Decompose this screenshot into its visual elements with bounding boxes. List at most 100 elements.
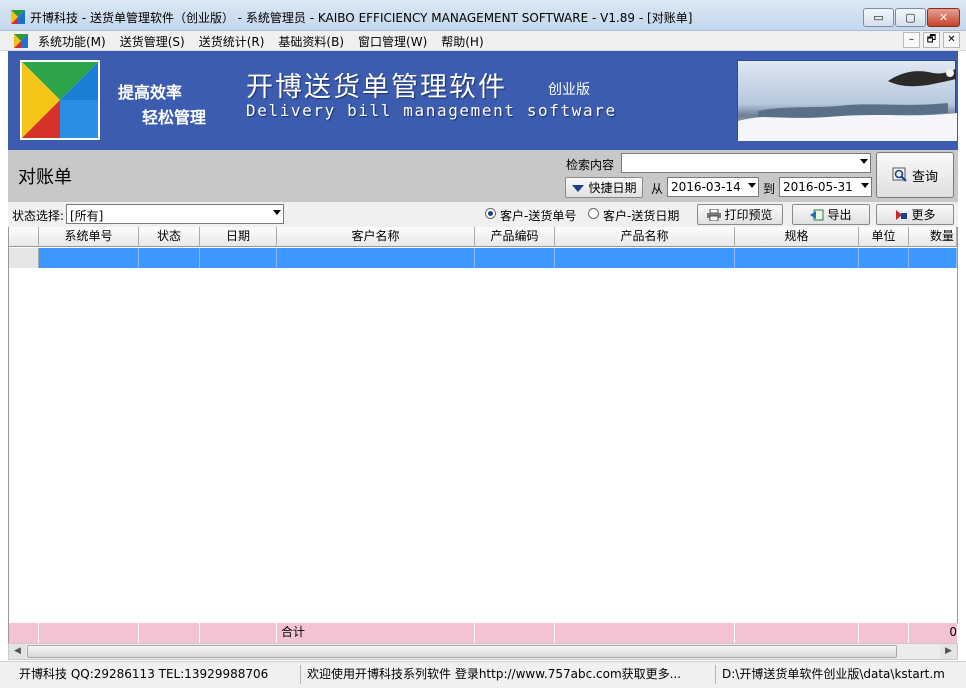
- status-welcome: 欢迎使用开博科技系列软件 登录http://www.757abc.com获取更多…: [304, 665, 716, 684]
- menu-app-icon[interactable]: [14, 34, 28, 48]
- radio-customer-delivery-date[interactable]: [588, 208, 599, 219]
- col-system-no[interactable]: 系统单号: [39, 227, 139, 247]
- slogan-efficiency: 提高效率: [118, 83, 183, 102]
- menu-items: 系统功能(M) 送货管理(S) 送货统计(R) 基础资料(B) 窗口管理(W) …: [38, 33, 484, 50]
- col-quantity[interactable]: 数量: [909, 227, 957, 247]
- status-filter-value: [所有]: [70, 209, 104, 223]
- table-row[interactable]: [9, 248, 957, 268]
- from-date-picker[interactable]: 2016-03-14: [667, 177, 759, 197]
- menu-bar: 系统功能(M) 送货管理(S) 送货统计(R) 基础资料(B) 窗口管理(W) …: [0, 31, 966, 51]
- query-button[interactable]: 查询: [876, 152, 954, 198]
- col-status[interactable]: 状态: [139, 227, 200, 247]
- cell[interactable]: [909, 248, 957, 268]
- app-logo-icon: [11, 10, 25, 24]
- quick-date-label: 快捷日期: [588, 181, 637, 195]
- menu-delivery[interactable]: 送货管理(S): [120, 33, 185, 50]
- banner-title: 开博送货单管理软件: [246, 72, 507, 103]
- cell[interactable]: [200, 248, 277, 268]
- chevron-down-icon[interactable]: [861, 183, 869, 188]
- scroll-right-icon[interactable]: ▶: [940, 644, 957, 659]
- more-button[interactable]: 更多: [876, 204, 954, 225]
- from-label: 从: [651, 182, 664, 196]
- mdi-minimize-button[interactable]: –: [903, 32, 920, 48]
- export-button[interactable]: 导出: [792, 204, 870, 225]
- scrollbar-thumb[interactable]: [27, 645, 897, 658]
- to-label: 到: [763, 182, 776, 196]
- slogan-easy: 轻松管理: [142, 108, 207, 127]
- banner-edition: 创业版: [548, 82, 590, 98]
- radio-customer-bill-no-label[interactable]: 客户-送货单号: [500, 207, 576, 224]
- mdi-close-button[interactable]: ✕: [943, 32, 960, 48]
- menu-help[interactable]: 帮助(H): [441, 33, 483, 50]
- col-customer-name[interactable]: 客户名称: [277, 227, 475, 247]
- status-bar: 开博科技 QQ:29286113 TEL:13929988706 欢迎使用开博科…: [0, 661, 966, 688]
- col-product-code[interactable]: 产品编码: [475, 227, 555, 247]
- status-filter-select[interactable]: [所有]: [66, 204, 284, 224]
- dropdown-triangle-icon: [572, 184, 585, 192]
- menu-basic-data[interactable]: 基础资料(B): [278, 33, 344, 50]
- col-unit[interactable]: 单位: [859, 227, 909, 247]
- maximize-button[interactable]: ▢: [895, 8, 926, 27]
- sum-cell: [555, 623, 735, 643]
- header-panel: 对账单 检索内容 快捷日期 从 2016-03-14 到 2016-05-31 …: [8, 150, 958, 202]
- radio-customer-bill-no[interactable]: [485, 208, 496, 219]
- more-label: 更多: [911, 208, 936, 222]
- magnifier-icon: [892, 167, 907, 182]
- statement-grid[interactable]: 系统单号 状态 日期 客户名称 产品编码 产品名称 规格 单位 数量: [8, 227, 958, 624]
- sum-cell: [200, 623, 277, 643]
- col-date[interactable]: 日期: [200, 227, 277, 247]
- cell[interactable]: [735, 248, 859, 268]
- close-button[interactable]: ✕: [927, 8, 960, 27]
- mdi-controls: – 🗗 ✕: [903, 32, 960, 48]
- print-preview-button[interactable]: 打印预览: [697, 204, 783, 225]
- menu-statistics[interactable]: 送货统计(R): [199, 33, 265, 50]
- title-bar: 开博科技 - 送货单管理软件（创业版） - 系统管理员 - KAIBO EFFI…: [0, 0, 966, 31]
- status-filter-label: 状态选择:: [12, 209, 65, 223]
- export-label: 导出: [827, 208, 852, 222]
- sum-cell: [139, 623, 200, 643]
- search-input[interactable]: [621, 153, 871, 173]
- eagle-icon: [738, 69, 957, 141]
- grid-header: 系统单号 状态 日期 客户名称 产品编码 产品名称 规格 单位 数量: [9, 227, 957, 247]
- search-label: 检索内容: [566, 158, 615, 172]
- more-tools-icon: [896, 209, 908, 220]
- query-label: 查询: [911, 169, 938, 185]
- scroll-left-icon[interactable]: ◀: [9, 644, 26, 659]
- sum-cell: [859, 623, 909, 643]
- window-title: 开博科技 - 送货单管理软件（创业版） - 系统管理员 - KAIBO EFFI…: [30, 11, 693, 25]
- sum-cell: [9, 623, 39, 643]
- menu-window[interactable]: 窗口管理(W): [358, 33, 427, 50]
- page-title: 对账单: [18, 167, 72, 188]
- cell[interactable]: [555, 248, 735, 268]
- grid-header-indicator: [9, 227, 39, 247]
- kaibo-logo-icon: [20, 60, 100, 140]
- col-product-name[interactable]: 产品名称: [555, 227, 735, 247]
- chevron-down-icon[interactable]: [748, 183, 756, 188]
- chevron-down-icon[interactable]: [273, 210, 281, 215]
- horizontal-scrollbar[interactable]: ◀ ▶: [8, 643, 958, 660]
- col-spec[interactable]: 规格: [735, 227, 859, 247]
- sum-cell: [39, 623, 139, 643]
- cell[interactable]: [39, 248, 139, 268]
- print-preview-label: 打印预览: [724, 208, 773, 222]
- cell[interactable]: [277, 248, 475, 268]
- sum-cell: [475, 623, 555, 643]
- menu-system[interactable]: 系统功能(M): [38, 33, 106, 50]
- quick-date-button[interactable]: 快捷日期: [565, 177, 643, 198]
- to-date-picker[interactable]: 2016-05-31: [779, 177, 872, 197]
- banner: 提高效率 轻松管理 开博送货单管理软件 创业版 Delivery bill ma…: [8, 51, 958, 150]
- mdi-restore-button[interactable]: 🗗: [923, 32, 940, 48]
- export-icon: [810, 209, 824, 220]
- chevron-down-icon[interactable]: [860, 159, 868, 164]
- banner-subtitle: Delivery bill management software: [246, 101, 617, 120]
- cell[interactable]: [139, 248, 200, 268]
- sum-cell: [735, 623, 859, 643]
- cell[interactable]: [475, 248, 555, 268]
- minimize-button[interactable]: ▭: [863, 8, 894, 27]
- sum-quantity: 0: [909, 623, 958, 643]
- cell[interactable]: [859, 248, 909, 268]
- status-company: 开博科技 QQ:29286113 TEL:13929988706: [16, 665, 301, 684]
- sum-label: 合计: [277, 623, 475, 643]
- row-indicator[interactable]: [9, 248, 39, 268]
- radio-customer-delivery-date-label[interactable]: 客户-送货日期: [603, 207, 679, 224]
